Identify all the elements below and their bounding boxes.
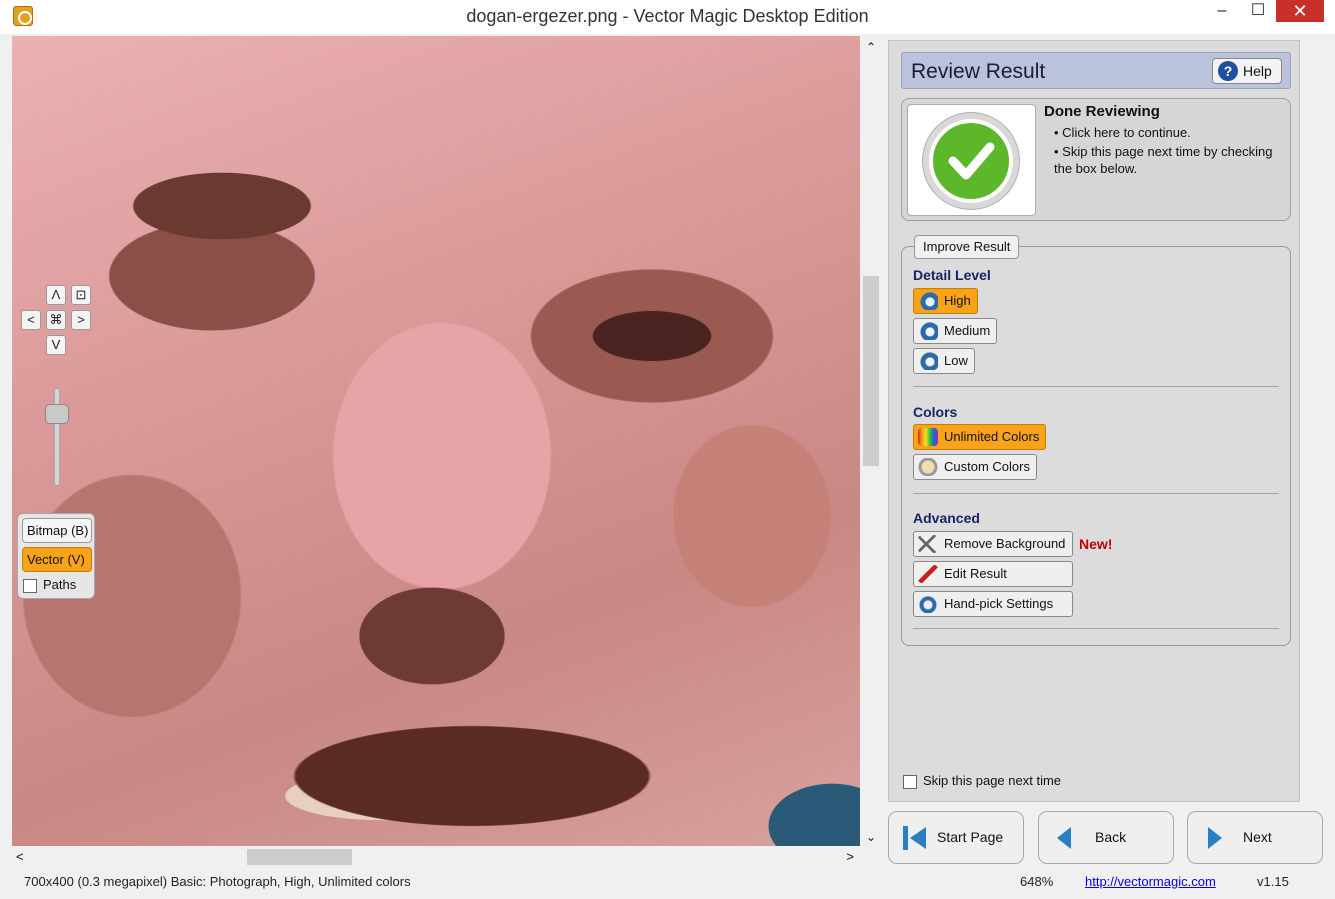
detail-low-button[interactable]: Low xyxy=(913,348,975,374)
vector-preview-canvas[interactable] xyxy=(12,36,860,846)
detail-high-label: High xyxy=(944,293,971,308)
version-label: v1.15 xyxy=(1257,874,1289,889)
edit-result-button[interactable]: Edit Result xyxy=(913,561,1073,587)
paths-checkbox[interactable] xyxy=(23,578,37,593)
center-view-button[interactable]: ⌘ xyxy=(46,310,66,330)
back-arrow-icon xyxy=(1053,826,1077,850)
image-info: 700x400 (0.3 megapixel) Basic: Photograp… xyxy=(24,874,411,889)
pan-right-button[interactable]: > xyxy=(71,310,91,330)
vertical-scroll-thumb[interactable] xyxy=(863,276,879,466)
done-bullet-skip: • Skip this page next time by checking t… xyxy=(1054,144,1273,176)
section-divider xyxy=(913,386,1279,387)
next-button[interactable]: Next xyxy=(1187,811,1323,864)
done-bullet-continue: • Click here to continue. xyxy=(1054,125,1191,140)
help-label: Help xyxy=(1243,63,1272,79)
checkmark-icon xyxy=(922,112,1020,210)
paths-label: Paths xyxy=(43,577,77,592)
colors-heading: Colors xyxy=(913,404,958,420)
back-button[interactable]: Back xyxy=(1038,811,1174,864)
check-glyph xyxy=(948,142,995,180)
hand-pick-settings-label: Hand-pick Settings xyxy=(944,596,1054,611)
hand-pick-settings-button[interactable]: Hand-pick Settings xyxy=(913,591,1073,617)
done-reviewing-button[interactable]: Done Reviewing • Click here to continue.… xyxy=(901,98,1291,221)
paths-toggle[interactable]: Paths xyxy=(23,577,76,593)
review-header: Review Result ? Help xyxy=(901,52,1291,89)
title-bar: dogan-ergezer.png - Vector Magic Desktop… xyxy=(0,0,1335,34)
done-title: Done Reviewing xyxy=(1044,103,1160,120)
app-window: dogan-ergezer.png - Vector Magic Desktop… xyxy=(0,0,1335,899)
detail-level-heading: Detail Level xyxy=(913,267,991,283)
unlimited-colors-label: Unlimited Colors xyxy=(944,429,1040,444)
panel-title: Review Result xyxy=(911,60,1046,83)
unlimited-colors-button[interactable]: Unlimited Colors xyxy=(913,424,1047,450)
help-button[interactable]: ? Help xyxy=(1212,58,1282,84)
zoom-readout: 648% xyxy=(1020,874,1054,889)
panel-vertical-scrollbar[interactable] xyxy=(1302,40,1320,802)
skip-page-toggle[interactable]: Skip this page next time xyxy=(903,773,1061,789)
remove-background-button[interactable]: Remove Background xyxy=(913,531,1073,557)
section-divider xyxy=(913,628,1279,629)
bitmap-view-button[interactable]: Bitmap (B) xyxy=(22,518,92,543)
improve-result-group: Improve Result Detail Level High Medium … xyxy=(901,235,1291,646)
next-label: Next xyxy=(1243,829,1272,845)
vector-view-button[interactable]: Vector (V) xyxy=(22,547,92,572)
scroll-left-button[interactable]: < xyxy=(16,849,24,864)
done-image xyxy=(907,104,1036,216)
redo-arrow-icon xyxy=(918,292,938,310)
pan-left-button[interactable]: < xyxy=(21,310,41,330)
pan-down-button[interactable]: V xyxy=(46,335,66,355)
center-icon: ⌘ xyxy=(49,312,63,327)
minimize-button[interactable]: ‒ xyxy=(1204,0,1240,22)
fit-view-button[interactable]: ⊡ xyxy=(71,285,91,305)
palette-icon xyxy=(918,458,938,476)
new-badge: New! xyxy=(1079,536,1113,552)
back-label: Back xyxy=(1095,829,1127,845)
zoom-slider-track[interactable] xyxy=(54,388,60,486)
undo-arrow-icon xyxy=(918,595,938,613)
website-link[interactable]: http://vectormagic.com xyxy=(1085,874,1216,889)
scroll-up-button[interactable]: ⌃ xyxy=(862,40,880,54)
canvas-vertical-scrollbar[interactable]: ⌃ ⌄ xyxy=(862,36,880,846)
advanced-heading: Advanced xyxy=(913,510,980,526)
detail-high-button[interactable]: High xyxy=(913,288,978,314)
remove-background-label: Remove Background xyxy=(944,536,1066,551)
start-page-label: Start Page xyxy=(937,829,1004,845)
pen-icon xyxy=(918,565,938,583)
custom-colors-label: Custom Colors xyxy=(944,459,1030,474)
redo-arrow-icon xyxy=(918,352,938,370)
detail-medium-label: Medium xyxy=(944,323,991,338)
canvas-horizontal-scrollbar[interactable]: < > xyxy=(12,848,860,866)
start-page-button[interactable]: Start Page xyxy=(888,811,1024,864)
scissors-icon xyxy=(918,535,938,553)
redo-arrow-icon xyxy=(918,322,938,340)
detail-medium-button[interactable]: Medium xyxy=(913,318,998,344)
horizontal-scroll-thumb[interactable] xyxy=(247,849,352,865)
detail-low-label: Low xyxy=(944,353,968,368)
close-button[interactable]: ✕ xyxy=(1276,0,1324,22)
pan-controls: Λ ⊡ < ⌘ > V xyxy=(20,285,95,360)
maximize-button[interactable]: ☐ xyxy=(1240,0,1276,22)
rainbow-icon xyxy=(918,428,938,446)
scroll-down-button[interactable]: ⌄ xyxy=(862,830,880,844)
review-panel: Review Result ? Help Done Reviewing • Cl… xyxy=(888,40,1300,802)
help-icon: ? xyxy=(1218,61,1238,81)
view-mode-panel: Bitmap (B) Vector (V) Paths xyxy=(17,513,95,599)
zoom-slider-thumb[interactable] xyxy=(45,403,69,424)
skip-page-label: Skip this page next time xyxy=(923,773,1062,788)
improve-result-label: Improve Result xyxy=(914,235,1020,259)
window-title: dogan-ergezer.png - Vector Magic Desktop… xyxy=(466,6,869,26)
scroll-right-button[interactable]: > xyxy=(846,849,854,864)
skip-to-start-icon xyxy=(903,826,927,850)
status-bar: 700x400 (0.3 megapixel) Basic: Photograp… xyxy=(0,870,1335,899)
skip-page-checkbox[interactable] xyxy=(903,774,917,789)
section-divider xyxy=(913,493,1279,494)
next-arrow-icon xyxy=(1202,826,1226,850)
custom-colors-button[interactable]: Custom Colors xyxy=(913,454,1037,480)
fit-view-icon: ⊡ xyxy=(75,287,87,302)
edit-result-label: Edit Result xyxy=(944,566,1007,581)
pan-up-button[interactable]: Λ xyxy=(46,285,66,305)
